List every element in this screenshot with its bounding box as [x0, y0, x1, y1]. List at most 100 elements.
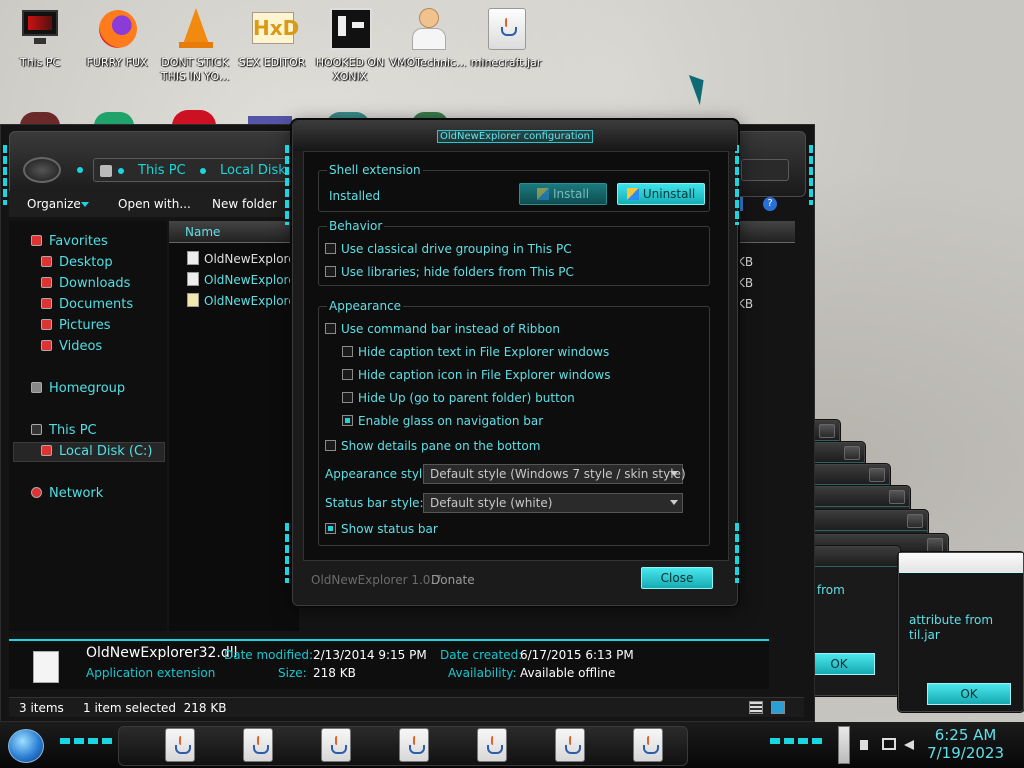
- java-icon: [563, 736, 581, 754]
- tiles-view-icon[interactable]: [771, 701, 785, 714]
- nav-label: Documents: [59, 297, 134, 312]
- start-button[interactable]: [8, 729, 44, 763]
- volume-icon[interactable]: [904, 740, 914, 750]
- item-count: 3 items: [19, 701, 64, 715]
- taskbar-java-button-6[interactable]: [555, 728, 585, 762]
- enable-glass-checkbox[interactable]: Enable glass on navigation bar: [342, 414, 543, 428]
- taskbar-decoration: [60, 738, 116, 744]
- history-dot-icon[interactable]: [77, 167, 83, 173]
- java-icon: [329, 736, 347, 754]
- version-label: OldNewExplorer 1.0.7: [311, 573, 442, 587]
- shield-icon: [536, 188, 549, 200]
- chevron-down-icon: [670, 500, 678, 505]
- hide-up-button-checkbox[interactable]: Hide Up (go to parent folder) button: [342, 391, 575, 405]
- search-box[interactable]: [741, 159, 789, 181]
- hide-caption-text-checkbox[interactable]: Hide caption text in File Explorer windo…: [342, 345, 609, 359]
- open-with-button[interactable]: Open with...: [118, 197, 191, 211]
- details-type: Application extension: [86, 666, 216, 680]
- nav-desktop[interactable]: Desktop: [41, 255, 113, 270]
- selection-info: 1 item selected 218 KB: [83, 701, 227, 715]
- size-label: Size:: [278, 666, 307, 680]
- checkbox-icon: [325, 440, 336, 451]
- desktop-icon-sex-editor[interactable]: HxD SEX EDITOR: [232, 6, 312, 70]
- taskbar-java-button-3[interactable]: [321, 728, 351, 762]
- file-row[interactable]: OldNewExplorer64.dll: [187, 272, 293, 287]
- option-label: Enable glass on navigation bar: [358, 414, 544, 428]
- address-bar[interactable]: This PC Local Disk: [93, 158, 303, 182]
- breadcrumb-local-disk[interactable]: Local Disk: [220, 163, 286, 178]
- chevron-down-icon: [670, 471, 678, 476]
- file-name: OldNewExplorer32.dll: [204, 252, 293, 266]
- ok-button[interactable]: OK: [927, 683, 1011, 705]
- nav-local-disk[interactable]: Local Disk (C:): [41, 444, 152, 459]
- videos-icon: [41, 340, 52, 351]
- nav-network[interactable]: Network: [31, 486, 103, 501]
- appearance-style-select[interactable]: Default style (Windows 7 style / skin st…: [423, 464, 686, 484]
- show-hidden-icons-button[interactable]: [838, 726, 850, 764]
- flag-icon[interactable]: [860, 740, 872, 750]
- nav-videos[interactable]: Videos: [41, 339, 102, 354]
- availability-value: Available offline: [520, 666, 616, 680]
- nav-homegroup[interactable]: Homegroup: [31, 381, 125, 396]
- appearance-style-label: Appearance style:: [325, 467, 434, 481]
- cursor-icon: [688, 70, 712, 106]
- status-bar-style-select[interactable]: Default style (white): [423, 493, 683, 513]
- nav-downloads[interactable]: Downloads: [41, 276, 130, 291]
- desktop-icon-vmotechnic[interactable]: VMOTechnic...: [388, 6, 468, 70]
- checkbox-icon: [342, 346, 353, 357]
- file-name: OldNewExplorer64.dll: [204, 273, 293, 287]
- command-bar: Organize Open with... New folder: [9, 191, 299, 217]
- clock[interactable]: 6:25 AM 7/19/2023: [927, 726, 1004, 762]
- taskbar-java-button-1[interactable]: [165, 728, 195, 762]
- libraries-checkbox[interactable]: Use libraries; hide folders from This PC: [325, 265, 574, 279]
- back-button[interactable]: [23, 157, 61, 183]
- organize-button[interactable]: Organize: [27, 197, 81, 211]
- taskbar-java-button-7[interactable]: [633, 728, 663, 762]
- nav-this-pc[interactable]: This PC: [31, 423, 97, 438]
- install-button[interactable]: Install: [519, 183, 607, 205]
- network-icon: [31, 487, 42, 498]
- nav-label: This PC: [49, 423, 97, 438]
- breadcrumb-dot-icon: [118, 168, 124, 174]
- donate-link[interactable]: Donate: [431, 573, 475, 587]
- install-status: Installed: [329, 189, 381, 203]
- show-status-bar-checkbox[interactable]: Show status bar: [325, 522, 438, 536]
- details-pane-checkbox[interactable]: Show details pane on the bottom: [325, 439, 540, 453]
- details-view-icon[interactable]: [749, 701, 763, 714]
- taskbar-decoration: [770, 738, 826, 744]
- shell-extension-group: Shell extension Installed Install Uninst…: [318, 163, 710, 212]
- taskbar-java-button-2[interactable]: [243, 728, 273, 762]
- star-icon: [31, 235, 42, 246]
- drive-grouping-checkbox[interactable]: Use classical drive grouping in This PC: [325, 242, 572, 256]
- select-value: Default style (Windows 7 style / skin st…: [430, 467, 686, 481]
- nav-pictures[interactable]: Pictures: [41, 318, 110, 333]
- desktop-icon-hooked-on-xonix[interactable]: HOOKED ON XONIX: [310, 6, 390, 84]
- command-bar-checkbox[interactable]: Use command bar instead of Ribbon: [325, 322, 560, 336]
- desktop-icon-this-pc[interactable]: This PC: [0, 6, 80, 70]
- help-icon[interactable]: ?: [763, 197, 777, 211]
- taskbar-java-button-4[interactable]: [399, 728, 429, 762]
- clock-date: 7/19/2023: [927, 744, 1004, 762]
- desktop-icon-label: HOOKED ON XONIX: [315, 56, 385, 83]
- file-row[interactable]: OldNewExplorerCfg.exe: [187, 293, 293, 308]
- file-row[interactable]: OldNewExplorer32.dll: [187, 251, 293, 266]
- nav-label: Desktop: [59, 255, 113, 270]
- nav-favorites[interactable]: Favorites: [31, 234, 108, 249]
- status-bar-style-label: Status bar style:: [325, 496, 424, 510]
- desktop-icon-dont-stick[interactable]: DONT STICK THIS IN YO...: [155, 6, 235, 84]
- breadcrumb-this-pc[interactable]: This PC: [138, 163, 186, 178]
- download-icon: [41, 277, 52, 288]
- uninstall-button[interactable]: Uninstall: [617, 183, 705, 205]
- network-tray-icon[interactable]: [882, 738, 896, 750]
- new-folder-button[interactable]: New folder: [212, 197, 277, 211]
- shield-icon: [626, 188, 639, 200]
- nav-documents[interactable]: Documents: [41, 297, 133, 312]
- desktop-icon-furry-fux[interactable]: FURRY FUX: [77, 6, 157, 70]
- close-button[interactable]: Close: [641, 567, 713, 589]
- column-header-name[interactable]: Name: [169, 221, 299, 243]
- date-modified-value: 2/13/2014 9:15 PM: [313, 648, 427, 662]
- hide-caption-icon-checkbox[interactable]: Hide caption icon in File Explorer windo…: [342, 368, 610, 382]
- size-value: 218 KB: [313, 666, 356, 680]
- taskbar-java-button-5[interactable]: [477, 728, 507, 762]
- desktop-icon-minecraft-jar[interactable]: minecraft.jar: [466, 6, 546, 70]
